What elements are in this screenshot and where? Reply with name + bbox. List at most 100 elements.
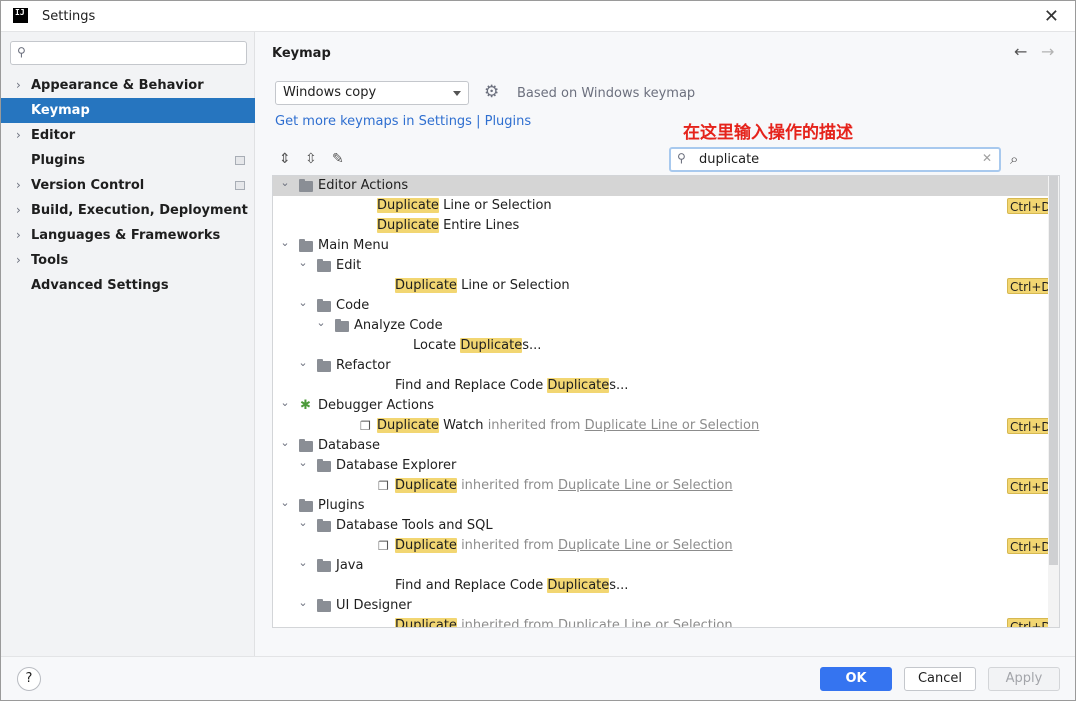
tree-row-text: Find and Replace Code Duplicates... (395, 376, 628, 396)
chevron-right-icon: › (16, 203, 21, 217)
tree-row[interactable]: ⌄ Database (273, 436, 1049, 456)
edit-icon[interactable]: ✎ (332, 151, 344, 167)
tree-row-part: Database (318, 438, 381, 453)
tree-row[interactable]: ⌄ Editor Actions (273, 176, 1049, 196)
tree-row[interactable]: Locate Duplicates... (273, 336, 1049, 356)
apply-button[interactable]: Apply (988, 667, 1060, 691)
chevron-down-icon[interactable]: ⌄ (279, 233, 291, 253)
tree-row-part[interactable]: Duplicate Line or Selection (558, 538, 733, 553)
chevron-down-icon[interactable]: ⌄ (297, 353, 309, 373)
scrollbar-thumb[interactable] (1049, 176, 1058, 565)
shortcut-badge: Ctrl+D (1007, 538, 1054, 554)
tree-row-part: Locate (413, 338, 461, 353)
tree-row-text: Duplicate Entire Lines (377, 216, 519, 236)
keymap-tree: ⌄ Editor Actions Duplicate Line or Selecti… (272, 175, 1060, 628)
tree-row[interactable]: ⌄ Database Tools and SQL (273, 516, 1049, 536)
tree-row[interactable]: ❐ Duplicate inherited from Duplicate Line… (273, 536, 1054, 556)
back-arrow-icon[interactable]: ← (1014, 42, 1027, 61)
help-button[interactable]: ? (17, 667, 41, 691)
collapse-all-icon[interactable]: ⇳ (305, 151, 317, 167)
tree-row-part: Line or Selection (456, 278, 570, 293)
sidebar-item[interactable]: Advanced Settings (1, 273, 255, 298)
tree-row[interactable]: Find and Replace Code Duplicates... (273, 376, 1049, 396)
chevron-down-icon[interactable]: ⌄ (279, 393, 291, 413)
action-search-value: duplicate (699, 152, 760, 167)
chevron-down-icon[interactable]: ⌄ (315, 313, 327, 333)
sidebar-item[interactable]: › Languages & Frameworks (1, 223, 255, 248)
tree-row-part: Analyze Code (354, 318, 443, 333)
tree-row-part: s... (609, 578, 629, 593)
tree-row[interactable]: ❐ Duplicate inherited from Duplicate Line… (273, 476, 1054, 496)
match-highlight: Duplicate (377, 218, 439, 233)
action-search-input[interactable]: ⚲ duplicate ✕ (669, 147, 1001, 172)
scrollbar[interactable] (1048, 176, 1059, 627)
sidebar-item[interactable]: Keymap (1, 98, 255, 123)
chevron-down-icon[interactable]: ⌄ (297, 513, 309, 533)
tree-row-part: Debugger Actions (318, 398, 434, 413)
keymap-select[interactable]: Windows copy (275, 81, 469, 105)
chevron-down-icon[interactable]: ⌄ (279, 176, 291, 193)
chevron-down-icon[interactable]: ⌄ (297, 453, 309, 473)
find-by-shortcut-icon[interactable]: ⌕ (1010, 150, 1018, 168)
tree-row[interactable]: Duplicate Line or Selection Ctrl+D (273, 196, 1054, 216)
tree-row[interactable]: Duplicate inherited from Duplicate Line … (273, 616, 1054, 627)
tree-row-part[interactable]: Duplicate Line or Selection (585, 418, 760, 433)
chevron-down-icon[interactable]: ⌄ (297, 253, 309, 273)
chevron-down-icon[interactable]: ⌄ (279, 433, 291, 453)
tree-row-part: Find and Replace Code (395, 378, 548, 393)
clear-icon[interactable]: ✕ (982, 151, 992, 165)
title-bar: IJ Settings ✕ (1, 1, 1075, 32)
match-highlight: Duplicate (395, 618, 457, 627)
tree-row-part[interactable]: Duplicate Line or Selection (558, 618, 733, 627)
tree-row-part[interactable]: Duplicate Line or Selection (558, 478, 733, 493)
tree-row-text: Duplicate Line or Selection (377, 196, 552, 216)
tree-row-part: Java (336, 558, 364, 573)
sidebar-item[interactable]: › Appearance & Behavior (1, 73, 255, 98)
tree-row-part: Find and Replace Code (395, 578, 548, 593)
bug-icon: ✱ (300, 398, 311, 413)
sidebar-item[interactable]: › Version Control (1, 173, 255, 198)
tree-row[interactable]: ⌄ Refactor (273, 356, 1049, 376)
gear-icon[interactable]: ⚙ (484, 82, 499, 102)
close-icon[interactable]: ✕ (1044, 6, 1059, 27)
folder-icon (317, 459, 331, 472)
chevron-down-icon[interactable]: ⌄ (297, 593, 309, 613)
sidebar-item[interactable]: › Tools (1, 248, 255, 273)
folder-icon (299, 439, 313, 452)
tree-row-part: Database Tools and SQL (336, 518, 493, 533)
tree-row[interactable]: ⌄ Plugins (273, 496, 1049, 516)
sidebar-item[interactable]: Plugins (1, 148, 255, 173)
forward-arrow-icon[interactable]: → (1041, 42, 1054, 61)
chevron-down-icon[interactable]: ⌄ (279, 493, 291, 513)
shortcut-badge: Ctrl+D (1007, 618, 1054, 627)
tree-row-text: Debugger Actions (318, 396, 434, 416)
tree-row[interactable]: ⌄ ✱ Debugger Actions (273, 396, 1049, 416)
get-more-keymaps-link[interactable]: Get more keymaps in Settings | Plugins (275, 114, 531, 129)
tree-row-part: Edit (336, 258, 362, 273)
tree-row-part: Database Explorer (336, 458, 457, 473)
tree-row[interactable]: Find and Replace Code Duplicates... (273, 576, 1049, 596)
tree-row[interactable]: Duplicate Entire Lines (273, 216, 1049, 236)
tree-row-text: Edit (336, 256, 361, 276)
tree-row[interactable]: Duplicate Line or Selection Ctrl+D (273, 276, 1054, 296)
tree-row[interactable]: ⌄ Code (273, 296, 1049, 316)
tree-row[interactable]: ⌄ Java (273, 556, 1049, 576)
tree-row[interactable]: ⌄ Main Menu (273, 236, 1049, 256)
sidebar-search-input[interactable]: ⚲ (10, 41, 247, 65)
chevron-down-icon[interactable]: ⌄ (297, 293, 309, 313)
ok-button[interactable]: OK (820, 667, 892, 691)
expand-all-icon[interactable]: ⇕ (279, 151, 291, 167)
tree-row[interactable]: ⌄ Database Explorer (273, 456, 1049, 476)
match-highlight: Duplicate (547, 378, 610, 393)
tree-row[interactable]: ⌄ Edit (273, 256, 1049, 276)
tree-row[interactable]: ⌄ Analyze Code (273, 316, 1049, 336)
tree-row[interactable]: ⌄ UI Designer (273, 596, 1049, 616)
tree-row-part: Refactor (336, 358, 391, 373)
match-highlight: Duplicate (395, 478, 457, 493)
tree-row[interactable]: ❐ Duplicate Watch inherited from Duplicat… (273, 416, 1054, 436)
cancel-button[interactable]: Cancel (904, 667, 976, 691)
chevron-down-icon[interactable]: ⌄ (297, 553, 309, 573)
sidebar-item[interactable]: › Build, Execution, Deployment (1, 198, 255, 223)
sidebar-item[interactable]: › Editor (1, 123, 255, 148)
annotation-label: 在这里输入操作的描述 (683, 123, 853, 143)
